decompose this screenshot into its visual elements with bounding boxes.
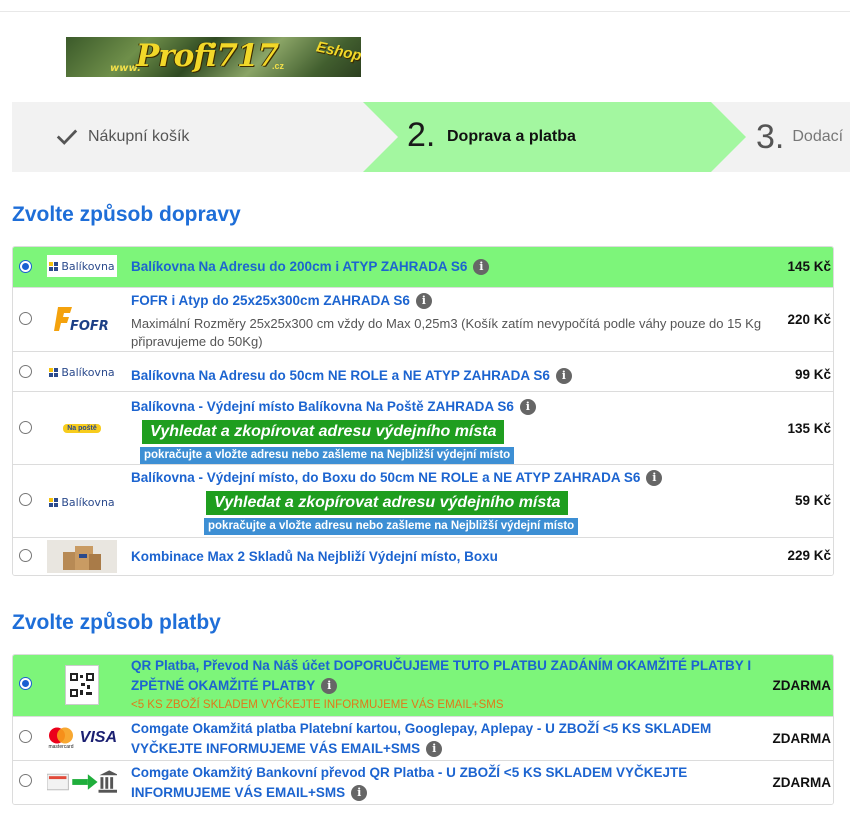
find-pickup-button[interactable]: Vyhledat a zkopírovat adresu výdejního m…: [142, 420, 505, 444]
shipping-option-name[interactable]: Balíkovna - Výdejní místo, do Boxu do 50…: [131, 470, 640, 485]
bank-transfer-icon: [47, 768, 117, 796]
payment-option-name[interactable]: Comgate Okamžitá platba Platební kartou,…: [131, 719, 771, 759]
card-logos: mastercard VISA: [47, 723, 117, 753]
shipping-radio[interactable]: [19, 312, 32, 325]
balikovna-logo: Balíkovna: [47, 491, 117, 513]
info-icon[interactable]: i: [555, 368, 572, 385]
info-icon[interactable]: i: [473, 259, 490, 276]
shipping-option[interactable]: FOFR FOFR i Atyp do 25x25x300cm ZAHRADA …: [13, 287, 833, 351]
shipping-price: 220 Kč: [787, 312, 831, 327]
shipping-option-name[interactable]: Balíkovna Na Adresu do 50cm NE ROLE a NE…: [131, 368, 550, 383]
info-icon[interactable]: i: [426, 741, 443, 758]
shipping-radio[interactable]: [19, 260, 32, 273]
info-icon[interactable]: i: [351, 785, 368, 802]
payment-radio[interactable]: [19, 730, 32, 743]
info-icon[interactable]: i: [519, 399, 536, 416]
na-poste-logo: Na poště: [47, 418, 117, 438]
payment-option-name[interactable]: Comgate Okamžitý Bankovní převod QR Plat…: [131, 763, 771, 803]
step-shipping-payment: 2. Doprava a platba: [363, 102, 746, 172]
payment-option[interactable]: Comgate Okamžitý Bankovní převod QR Plat…: [13, 760, 833, 804]
shipping-option[interactable]: Na poště Balíkovna - Výdejní místo Balík…: [13, 391, 833, 464]
shipping-price: 59 Kč: [794, 493, 831, 508]
parcels-photo: [47, 540, 117, 573]
shipping-option-name[interactable]: Kombinace Max 2 Skladů Na Nejbliží Výdej…: [131, 549, 498, 564]
step-cart-label: Nákupní košík: [88, 128, 190, 145]
shipping-radio[interactable]: [19, 365, 32, 378]
shipping-price: 145 Kč: [787, 259, 831, 274]
qr-code-icon: [47, 663, 117, 707]
shipping-option[interactable]: Kombinace Max 2 Skladů Na Nejbliží Výdej…: [13, 537, 833, 575]
payment-title: Zvolte způsob platby: [12, 611, 221, 634]
step-delivery-number: 3.: [756, 117, 785, 156]
payment-option[interactable]: mastercard VISA Comgate Okamžitá platba …: [13, 716, 833, 760]
shipping-options: Balíkovna Balíkovna Na Adresu do 200cm i…: [12, 246, 834, 576]
logo-brand: Profi717: [136, 38, 279, 74]
balikovna-logo: Balíkovna: [47, 255, 117, 277]
pickup-hint: pokračujte a vložte adresu nebo zašleme …: [204, 518, 579, 535]
payment-price: ZDARMA: [772, 731, 832, 746]
shipping-option-name[interactable]: FOFR i Atyp do 25x25x300cm ZAHRADA S6: [131, 293, 410, 308]
shipping-radio[interactable]: [19, 421, 32, 434]
payment-price: ZDARMA: [772, 678, 832, 693]
top-divider: [0, 11, 850, 12]
payment-price: ZDARMA: [772, 775, 832, 790]
payment-option[interactable]: QR Platba, Převod Na Náš účet DOPORUČUJE…: [13, 655, 833, 716]
step-cart[interactable]: Nákupní košík: [56, 102, 189, 172]
find-pickup-button[interactable]: Vyhledat a zkopírovat adresu výdejního m…: [206, 491, 569, 515]
shipping-price: 135 Kč: [787, 421, 831, 436]
shipping-option-name[interactable]: Balíkovna - Výdejní místo Balíkovna Na P…: [131, 399, 514, 414]
shipping-radio[interactable]: [19, 493, 32, 506]
step-shipping-number: 2.: [407, 116, 436, 154]
shipping-option-name[interactable]: Balíkovna Na Adresu do 200cm i ATYP ZAHR…: [131, 259, 467, 274]
fofr-logo: FOFR: [47, 302, 117, 336]
svg-text:FOFR: FOFR: [70, 319, 109, 334]
step-shipping-label: Doprava a platba: [447, 128, 576, 145]
mastercard-icon: [49, 727, 73, 743]
shipping-price: 229 Kč: [787, 548, 831, 563]
info-icon[interactable]: i: [321, 678, 338, 695]
payment-warning: <5 KS ZBOŽÍ SKLADEM VYČKEJTE INFORMUJEME…: [131, 699, 504, 711]
logo-eshop: Eshop: [314, 38, 361, 65]
shipping-option-description: Maximální Rozměry 25x25x300 cm vždy do M…: [131, 316, 762, 349]
shipping-price: 99 Kč: [794, 367, 831, 382]
visa-icon: VISA: [79, 729, 117, 746]
logo-tld: .cz: [272, 61, 285, 71]
shop-logo[interactable]: www. Profi717 .cz Eshop: [66, 37, 361, 77]
shipping-radio[interactable]: [19, 549, 32, 562]
info-icon[interactable]: i: [415, 293, 432, 310]
pickup-hint: pokračujte a vložte adresu nebo zašleme …: [140, 447, 515, 464]
shipping-title: Zvolte způsob dopravy: [12, 203, 241, 226]
step-delivery: 3. Dodací: [756, 102, 843, 172]
checkmark-icon: [56, 129, 78, 145]
payment-option-name[interactable]: QR Platba, Převod Na Náš účet DOPORUČUJE…: [131, 656, 771, 696]
shipping-option[interactable]: Balíkovna Balíkovna Na Adresu do 50cm NE…: [13, 351, 833, 391]
payment-radio[interactable]: [19, 677, 32, 690]
payment-radio[interactable]: [19, 774, 32, 787]
step-delivery-label: Dodací: [792, 128, 844, 145]
shipping-option[interactable]: Balíkovna Balíkovna - Výdejní místo, do …: [13, 464, 833, 537]
info-icon[interactable]: i: [646, 470, 663, 487]
payment-options: QR Platba, Převod Na Náš účet DOPORUČUJE…: [12, 654, 834, 805]
balikovna-logo: Balíkovna: [47, 361, 117, 383]
shipping-option[interactable]: Balíkovna Balíkovna Na Adresu do 200cm i…: [13, 247, 833, 287]
